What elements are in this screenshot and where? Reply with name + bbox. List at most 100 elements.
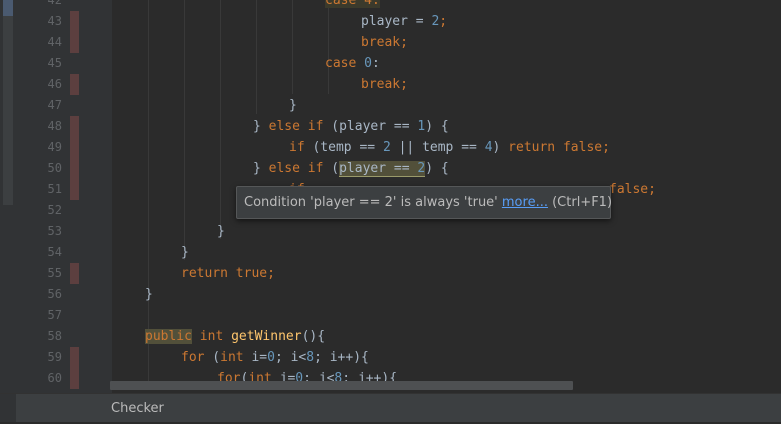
number-literal: 8 xyxy=(306,350,315,365)
code-text: ) xyxy=(492,140,509,155)
scroll-marker[interactable] xyxy=(3,0,13,16)
method-name: getWinner xyxy=(231,329,302,344)
change-marker[interactable] xyxy=(70,74,79,95)
number-literal: 4 xyxy=(484,140,493,155)
keyword: break; xyxy=(361,77,408,92)
keyword: for xyxy=(181,350,205,365)
tooltip-shortcut: (Ctrl+F1) xyxy=(547,195,613,210)
keyword: return false xyxy=(508,140,603,155)
change-marker[interactable] xyxy=(70,32,79,53)
keyword: false xyxy=(609,182,649,197)
keyword: case 4: xyxy=(325,0,380,8)
keyword: else if xyxy=(268,161,324,176)
code-text: ; i< xyxy=(274,350,307,365)
change-marker[interactable] xyxy=(70,263,79,284)
code-text: } xyxy=(253,161,269,176)
indent-guide xyxy=(328,0,329,94)
more-link[interactable]: more... xyxy=(502,195,548,210)
code-text: (player == xyxy=(323,119,418,134)
code-line-51-tail: false; xyxy=(609,179,656,200)
indent-guide xyxy=(292,0,293,94)
code-line-44: break; xyxy=(361,32,408,53)
code-text: (){ xyxy=(301,329,326,344)
line-number: 56 xyxy=(47,287,62,301)
punctuation: ; xyxy=(602,140,610,155)
code-line-45: case 0: xyxy=(325,53,380,74)
code-line-54: } xyxy=(181,242,189,263)
code-text: ) { xyxy=(425,119,449,134)
line-number: 59 xyxy=(47,350,62,364)
line-number: 54 xyxy=(47,245,62,259)
line-number: 60 xyxy=(47,371,62,385)
code-text: (temp == xyxy=(304,140,383,155)
tool-strip xyxy=(0,394,16,422)
indent-guide xyxy=(148,0,149,381)
code-line-42: case 4: xyxy=(325,0,380,11)
line-number: 47 xyxy=(47,98,62,112)
line-number: 49 xyxy=(47,140,62,154)
code-text: ) { xyxy=(425,161,449,176)
indent-guide xyxy=(256,0,257,114)
editor-gutter: 42 43 44 45 46 47 48 49 50 51 52 53 54 5… xyxy=(16,0,121,393)
keyword: else if xyxy=(268,119,324,134)
line-number: 44 xyxy=(47,35,62,49)
left-tool-strip xyxy=(0,0,17,393)
line-number: 51 xyxy=(47,182,62,196)
punctuation: ; xyxy=(267,266,275,281)
code-text: : xyxy=(371,56,380,71)
code-line-48: } else if (player == 1) { xyxy=(253,116,449,137)
code-text: || temp == xyxy=(390,140,485,155)
tooltip-message: Condition 'player == 2' is always 'true' xyxy=(244,195,502,210)
line-number: 55 xyxy=(47,266,62,280)
change-marker[interactable] xyxy=(70,347,79,389)
inspection-tooltip: Condition 'player == 2' is always 'true'… xyxy=(236,186,613,219)
keyword: case xyxy=(325,56,365,71)
line-number: 50 xyxy=(47,161,62,175)
code-line-43: player = 2; xyxy=(361,11,447,32)
indent-guide xyxy=(184,0,185,260)
number-literal: 2 xyxy=(382,140,391,155)
code-line-58: public int getWinner(){ xyxy=(145,326,325,347)
code-text: player = xyxy=(361,14,432,29)
keyword: break; xyxy=(361,35,408,50)
code-line-49: if (temp == 2 || temp == 4) return false… xyxy=(289,137,610,158)
line-number: 43 xyxy=(47,14,62,28)
horizontal-scrollbar[interactable] xyxy=(110,381,573,390)
line-number: 42 xyxy=(47,0,62,7)
scroll-track xyxy=(3,0,13,205)
code-line-59: for (int i=0; i<8; i++){ xyxy=(181,347,369,368)
line-number: 52 xyxy=(47,203,62,217)
code-text: } xyxy=(145,287,153,302)
keyword: return true xyxy=(181,266,268,281)
code-text: } xyxy=(289,98,297,113)
code-text: } xyxy=(181,245,189,260)
code-text: } xyxy=(253,119,269,134)
punctuation: ; xyxy=(648,182,656,197)
keyword: int xyxy=(191,329,232,344)
number-literal: 0 xyxy=(364,56,372,71)
code-line-46: break; xyxy=(361,74,408,95)
keyword: if xyxy=(289,140,305,155)
code-text: } xyxy=(217,224,225,239)
code-line-56: } xyxy=(145,284,153,305)
punctuation: ; xyxy=(439,14,448,29)
code-text: i= xyxy=(243,350,268,365)
number-literal: 0 xyxy=(267,350,275,365)
line-number: 57 xyxy=(47,308,62,322)
line-number: 53 xyxy=(47,224,62,238)
tool-window-header: Checker xyxy=(0,393,781,422)
keyword: int xyxy=(220,350,244,365)
warning-highlight[interactable]: player == xyxy=(339,161,418,177)
code-line-50: } else if (player == 2) { xyxy=(253,158,449,179)
change-marker[interactable] xyxy=(70,116,79,200)
code-line-47: } xyxy=(289,95,297,116)
line-number: 48 xyxy=(47,119,62,133)
keyword: public xyxy=(145,329,192,344)
line-number: 58 xyxy=(47,329,62,343)
code-line-55: return true; xyxy=(181,263,275,284)
code-text: ( xyxy=(204,350,221,365)
checker-panel-title[interactable]: Checker xyxy=(111,394,164,424)
indent-guide xyxy=(220,0,221,239)
change-marker[interactable] xyxy=(70,11,79,32)
code-text: ( xyxy=(323,161,340,176)
